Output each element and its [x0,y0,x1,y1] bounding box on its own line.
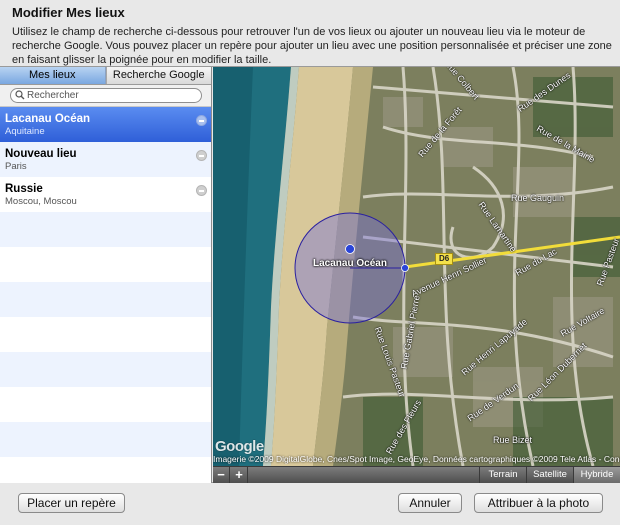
search-field[interactable] [10,88,202,103]
tab-my-places[interactable]: Mes lieux [0,67,106,84]
city-label: Lacanau Océan [313,258,387,269]
search-icon [15,90,25,100]
empty-row [0,212,211,247]
dialog-title: Modifier Mes lieux [12,5,125,20]
dialog-content: Mes lieux Recherche Google Lacanau Océan… [0,66,620,483]
empty-row [0,387,211,422]
places-panel: Mes lieux Recherche Google Lacanau Océan… [0,67,212,483]
assign-to-photo-button[interactable]: Attribuer à la photo [474,493,603,513]
empty-row [0,282,211,317]
map-type-satellite[interactable]: Satellite [526,467,573,483]
google-logo: Google [215,438,264,455]
place-region: Aquitaine [5,126,45,137]
remove-icon[interactable] [196,185,207,196]
map-toolbar: − + Terrain Satellite Hybride [213,466,620,483]
street-label: Rue Bizet [493,435,533,445]
empty-row [0,422,211,457]
cancel-button[interactable]: Annuler [398,493,462,513]
street-label: Rue Gauguin [511,193,565,203]
places-list: Lacanau Océan Aquitaine Nouveau lieu Par… [0,107,211,483]
remove-icon[interactable] [196,150,207,161]
empty-row [0,317,211,352]
empty-row [0,352,211,387]
empty-row [0,457,211,483]
place-marker-button[interactable]: Placer un repère [18,493,125,513]
tab-google-search[interactable]: Recherche Google [105,67,211,84]
map-view[interactable]: Rue Colbert Rue des Dunes Rue de la Forê… [213,67,620,483]
empty-row [0,247,211,282]
tab-bar: Mes lieux Recherche Google [0,67,211,85]
search-input[interactable] [27,89,197,102]
place-name: Nouveau lieu [5,148,77,160]
place-name: Russie [5,183,43,195]
dialog-description: Utilisez le champ de recherche ci-dessou… [12,26,612,66]
remove-icon[interactable] [196,115,207,126]
map-type-selector: Terrain Satellite Hybride [479,467,620,483]
zoom-in-button[interactable]: + [231,467,248,483]
place-region: Moscou, Moscou [5,196,77,207]
road-badge: D6 [435,253,454,265]
list-item[interactable]: Lacanau Océan Aquitaine [0,107,211,142]
edit-places-dialog: Modifier Mes lieux Utilisez le champ de … [0,0,620,525]
map-type-terrain[interactable]: Terrain [479,467,526,483]
list-item[interactable]: Russie Moscou, Moscou [0,177,211,212]
place-region: Paris [5,161,27,172]
zoom-out-button[interactable]: − [213,467,230,483]
search-bar [0,85,211,107]
map-type-hybrid[interactable]: Hybride [573,467,620,483]
place-name: Lacanau Océan [5,113,91,125]
map-copyright: Imagerie ©2009 DigitalGlobe, Cnes/Spot I… [213,454,620,464]
list-item[interactable]: Nouveau lieu Paris [0,142,211,177]
